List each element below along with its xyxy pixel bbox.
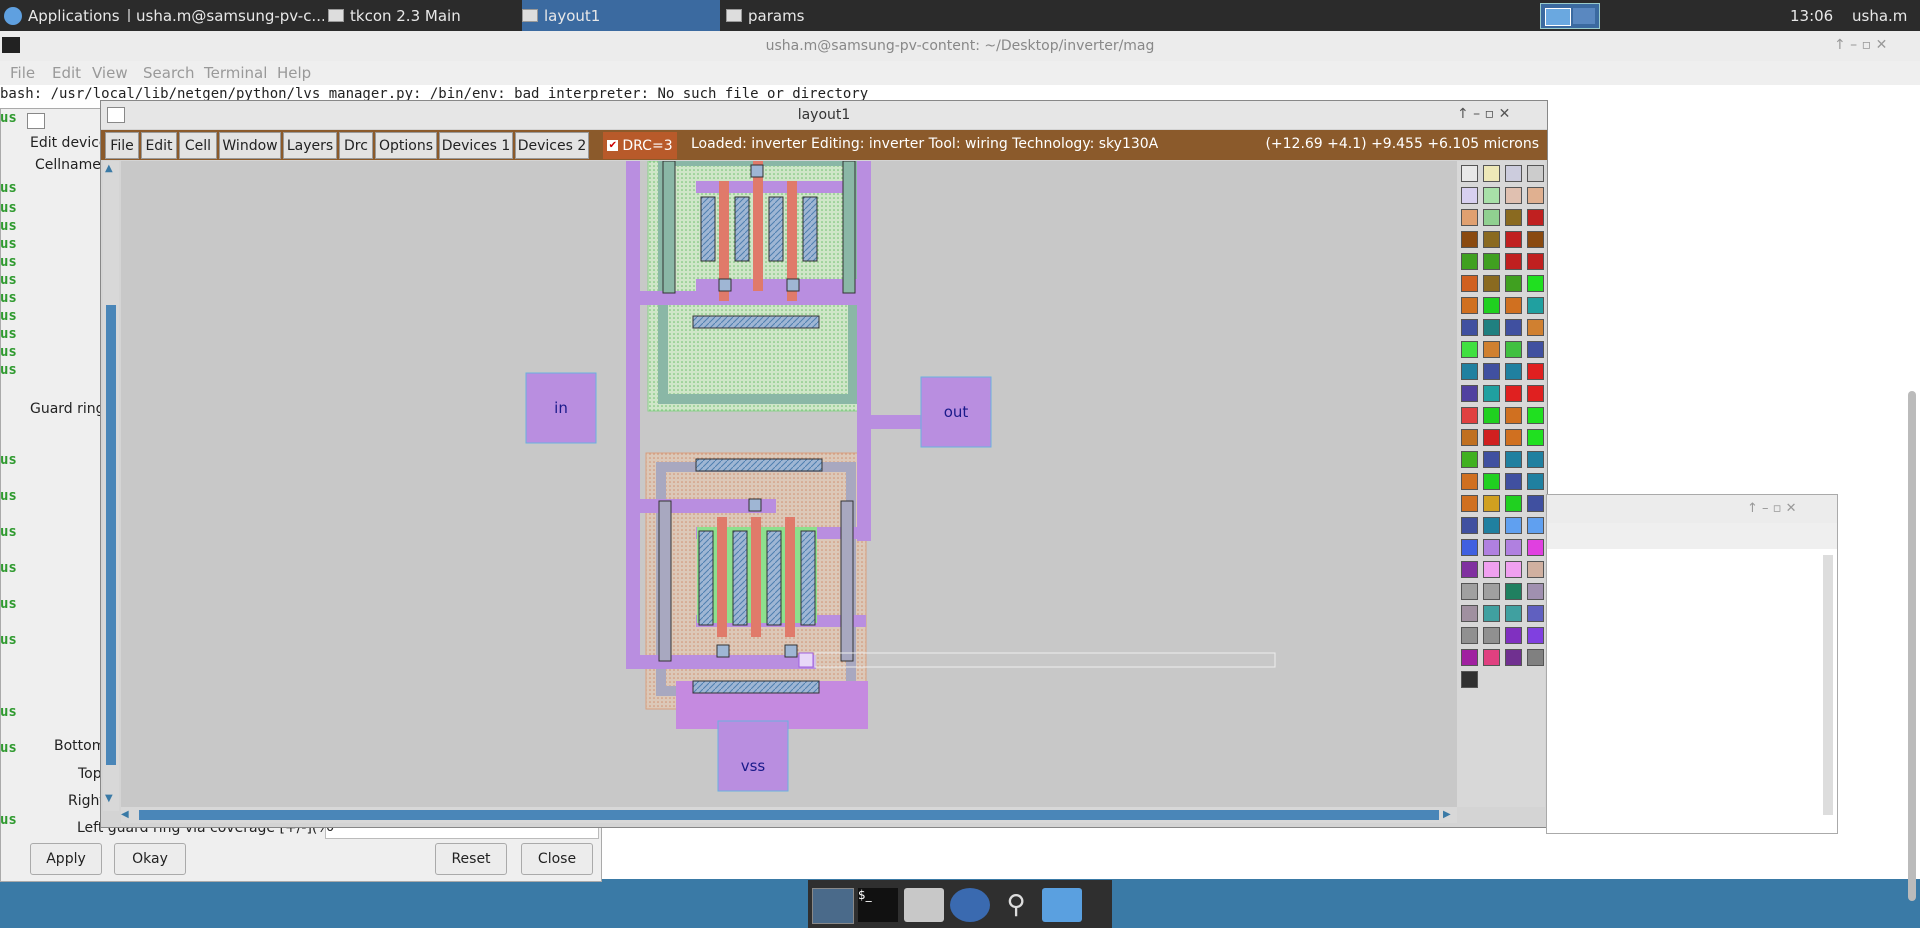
terminal-scrollbar[interactable] — [1908, 391, 1916, 901]
cellname-label: Cellname: — [35, 157, 106, 173]
task-params[interactable]: params — [726, 0, 916, 31]
task-layout1[interactable]: layout1 — [522, 0, 720, 31]
checkbox-icon: ✔ — [607, 140, 619, 151]
window-controls-icon[interactable]: ↑ – ▫ ✕ — [1834, 37, 1887, 53]
menu-layers[interactable]: Layers — [283, 132, 337, 159]
terminal-menubar: File Edit View Search Terminal Help — [0, 61, 1920, 85]
menu-devices-2[interactable]: Devices 2 — [515, 132, 589, 159]
scroll-down-icon[interactable]: ▼ — [105, 793, 117, 805]
task-label: layout1 — [544, 6, 601, 25]
menu-drc[interactable]: Drc — [339, 132, 373, 159]
task-label: params — [748, 6, 805, 25]
guard-ring-label: Guard ring — [30, 401, 105, 417]
window-icon — [27, 113, 45, 129]
pin-out-label: out — [943, 403, 969, 421]
params-window: ↑ – ▫ ✕ — [1546, 494, 1838, 834]
window-icon — [328, 9, 344, 22]
menu-options[interactable]: Options — [375, 132, 437, 159]
task-label: tkcon 2.3 Main — [350, 6, 461, 25]
drc-indicator[interactable]: ✔ DRC=3 — [603, 132, 677, 159]
clock: 13:06 — [1790, 6, 1834, 25]
top-panel: Applications usha.m@samsung-pv-c... tkco… — [0, 0, 1920, 31]
terminal-prompt-column: us us us us us us us us us us us us us us us us … — [0, 110, 17, 828]
task-label: usha.m@samsung-pv-c... — [136, 6, 324, 25]
metal-route — [696, 181, 846, 193]
home-folder-icon[interactable] — [904, 888, 944, 922]
cursor-box — [798, 652, 814, 668]
metal-route — [626, 161, 640, 667]
dock: $_ ⚲ — [808, 880, 1112, 928]
menu-window[interactable]: Window — [219, 132, 281, 159]
applications-label: Applications — [28, 6, 120, 25]
user-menu[interactable]: usha.m — [1852, 0, 1907, 31]
dialog-title: Edit device — [30, 135, 108, 151]
layout-canvas[interactable]: in out vss — [121, 161, 1457, 807]
task-tkcon[interactable]: tkcon 2.3 Main — [328, 0, 518, 31]
menu-search[interactable]: Search — [143, 64, 195, 82]
window-icon — [107, 107, 125, 123]
layout-window: layout1 ↑ – ▫ ✕ File Edit Cell Window La… — [100, 100, 1548, 828]
window-controls-icon[interactable]: ↑ – ▫ ✕ — [1747, 501, 1797, 516]
folder-icon[interactable] — [1042, 888, 1082, 922]
scroll-thumb[interactable] — [106, 305, 116, 765]
okay-button[interactable]: Okay — [114, 843, 186, 875]
drc-count: DRC=3 — [622, 137, 673, 154]
reset-button[interactable]: Reset — [435, 843, 507, 875]
scroll-left-icon[interactable]: ◀ — [121, 809, 129, 820]
terminal-title: usha.m@samsung-pv-content: ~/Desktop/inv… — [0, 31, 1920, 61]
vertical-scrollbar[interactable]: ▲ ▼ — [103, 161, 119, 811]
search-icon[interactable]: ⚲ — [996, 888, 1036, 922]
menu-cell[interactable]: Cell — [179, 132, 217, 159]
pin-in-label: in — [554, 399, 568, 417]
show-desktop-icon[interactable] — [812, 888, 854, 924]
window-icon — [522, 9, 538, 22]
scroll-right-icon[interactable]: ▶ — [1443, 809, 1451, 820]
xfce-logo-icon — [4, 6, 22, 25]
scroll-up-icon[interactable]: ▲ — [105, 163, 117, 175]
window-controls-icon[interactable]: ↑ – ▫ ✕ — [1457, 106, 1510, 122]
params-toolbar — [1547, 523, 1837, 549]
layer-palette — [1457, 161, 1545, 807]
menu-edit[interactable]: Edit — [141, 132, 177, 159]
layout-drawing — [525, 161, 1276, 792]
menu-terminal[interactable]: Terminal — [204, 64, 267, 82]
applications-menu[interactable]: Applications — [4, 0, 144, 31]
menu-file[interactable]: File — [105, 132, 139, 159]
scroll-thumb[interactable] — [139, 810, 1439, 820]
pin-vss-label: vss — [740, 757, 766, 775]
menu-devices-1[interactable]: Devices 1 — [439, 132, 513, 159]
web-browser-icon[interactable] — [950, 888, 990, 922]
menu-view[interactable]: View — [92, 64, 128, 82]
task-terminal[interactable]: usha.m@samsung-pv-c... — [128, 0, 324, 31]
terminal-launcher-icon[interactable]: $_ — [858, 888, 898, 922]
menu-file[interactable]: File — [10, 64, 35, 82]
bottom-label: Bottom — [54, 738, 106, 754]
horizontal-scrollbar[interactable]: ◀ ▶ — [121, 807, 1457, 823]
close-button[interactable]: Close — [521, 843, 593, 875]
metal-route — [857, 161, 871, 541]
coordinate-readout: (+12.69 +4.1) +9.455 +6.105 microns — [1265, 136, 1539, 152]
layout-menubar: File Edit Cell Window Layers Drc Options… — [101, 130, 1547, 160]
selection-box — [814, 652, 1276, 668]
top-label: Top — [78, 766, 102, 782]
params-scrollbar[interactable] — [1823, 555, 1833, 815]
apply-button[interactable]: Apply — [30, 843, 102, 875]
terminal-window-icon — [128, 9, 130, 22]
menu-edit[interactable]: Edit — [52, 64, 81, 82]
status-text: Loaded: inverter Editing: inverter Tool:… — [691, 136, 1159, 152]
window-icon — [726, 9, 742, 22]
workspace-switcher[interactable] — [1540, 3, 1600, 29]
metal-route — [857, 415, 927, 429]
menu-help[interactable]: Help — [277, 64, 311, 82]
terminal-icon — [2, 37, 20, 53]
layout-title: layout1 — [101, 101, 1547, 129]
